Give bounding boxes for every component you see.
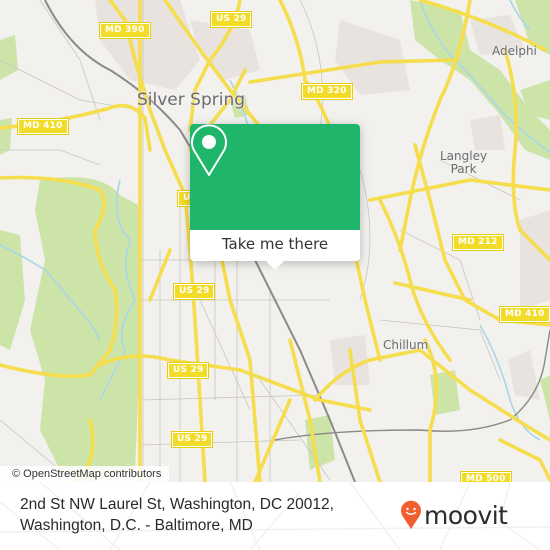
route-shield-md-410: MD 410	[17, 118, 69, 135]
route-shield-us-29: US 29	[172, 283, 216, 300]
popup-pointer	[266, 261, 284, 270]
moovit-smiley-pin-icon	[401, 500, 421, 529]
map-view[interactable]: Silver Spring Adelphi Langley Park Chill…	[0, 0, 550, 482]
route-shield-md-212: MD 212	[452, 234, 504, 251]
route-shield-us-29: US 29	[209, 11, 253, 28]
popup-header	[190, 124, 360, 230]
route-shield-md-410: MD 410	[499, 306, 550, 323]
route-shield-md-500: MD 500	[460, 471, 512, 482]
address-line-1: 2nd St NW Laurel St, Washington, DC 2001…	[20, 496, 334, 513]
address-line-2: Washington, D.C. - Baltimore, MD	[20, 517, 253, 534]
map-pin-icon	[191, 124, 227, 176]
route-shield-us-29: US 29	[170, 431, 214, 448]
brand-name: moovit	[424, 500, 508, 530]
moovit-logo[interactable]: moovit	[400, 497, 508, 533]
location-popup: Take me there	[190, 124, 360, 270]
place-label-adelphi: Adelphi	[492, 44, 537, 58]
place-label-chillum: Chillum	[383, 338, 429, 352]
map-attribution[interactable]: © OpenStreetMap contributors	[0, 466, 170, 482]
place-label-silver-spring: Silver Spring	[137, 90, 246, 110]
address-text: 2nd St NW Laurel St, Washington, DC 2001…	[20, 494, 334, 536]
route-shield-md-390: MD 390	[99, 22, 151, 39]
route-shield-us-29: US 29	[166, 362, 210, 379]
place-label-langley-park: Langley Park	[440, 149, 488, 176]
take-me-there-button[interactable]: Take me there	[190, 230, 360, 261]
route-shield-md-320: MD 320	[301, 83, 353, 100]
footer-bar: 2nd St NW Laurel St, Washington, DC 2001…	[0, 482, 550, 550]
